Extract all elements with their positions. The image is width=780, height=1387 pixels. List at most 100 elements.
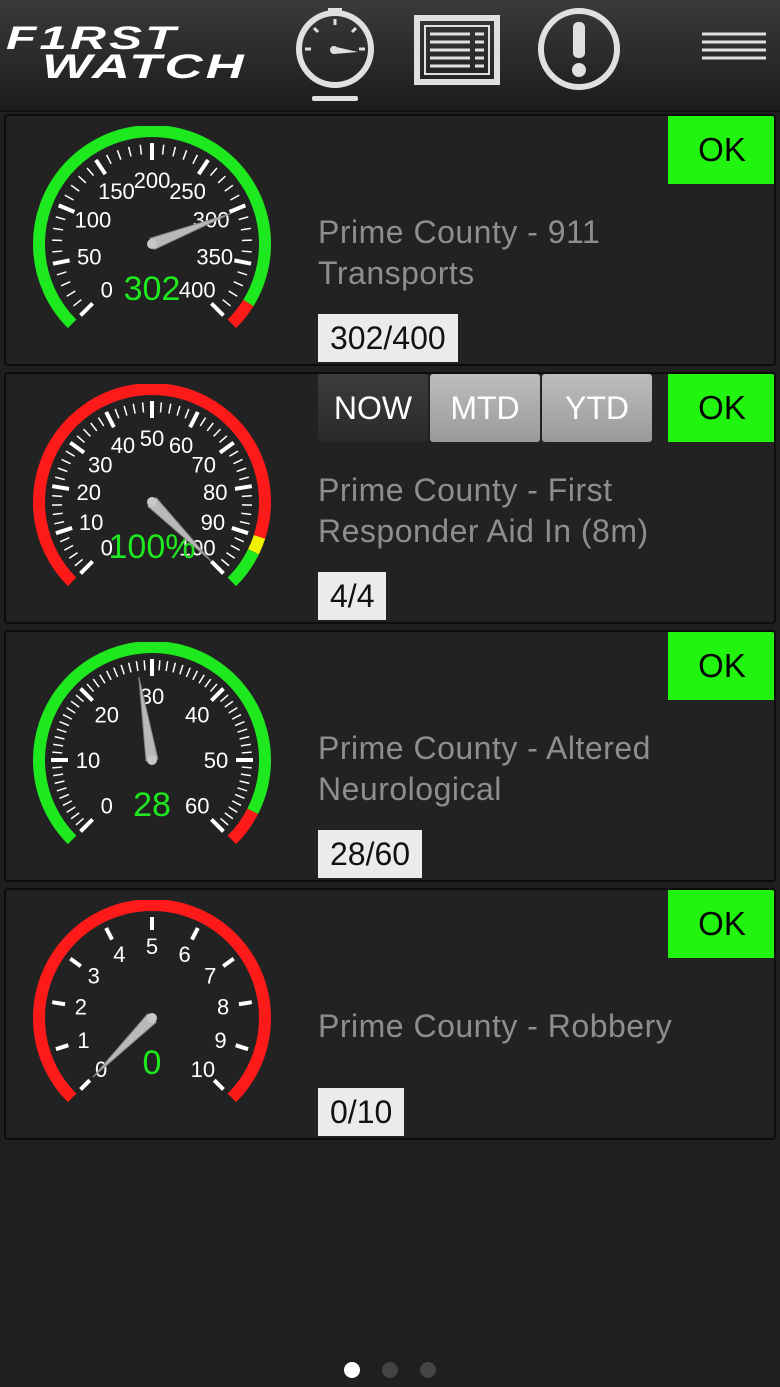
gauge-minor-tick <box>222 299 231 307</box>
gauge-minor-tick <box>209 167 218 177</box>
gauge-needle-hub <box>147 239 157 249</box>
gauge-needle-hub <box>147 497 157 507</box>
gauge-minor-tick <box>231 713 242 720</box>
nav-dashboard-button[interactable] <box>290 4 380 104</box>
gauge-minor-tick <box>237 787 248 792</box>
metric-card-robbery[interactable]: 0123456789100 OK Prime County - Robbery … <box>4 888 776 1140</box>
gauge-minor-tick <box>184 408 190 419</box>
report-icon <box>414 15 500 85</box>
app-header: F1RST WATCH <box>0 0 780 112</box>
page-indicator <box>0 1362 780 1382</box>
gauge-minor-tick <box>52 751 63 754</box>
gauge-tick-label: 60 <box>169 433 193 458</box>
gauge-minor-tick <box>182 149 188 160</box>
gauge-minor-tick <box>237 728 248 733</box>
gauge-minor-tick <box>224 184 234 192</box>
gauge-tick-label: 50 <box>140 426 164 451</box>
metric-card-first-responder[interactable]: 0102030405060708090100100% NOW MTD YTD O… <box>4 372 776 624</box>
gauge-minor-tick <box>159 402 163 413</box>
gauge-minor-tick <box>219 694 229 703</box>
gauge-minor-tick <box>192 670 199 681</box>
gauge-minor-tick <box>59 537 70 543</box>
gauge-minor-tick <box>241 250 252 253</box>
gauge-major-tick <box>231 526 249 536</box>
gauge-tick-label: 3 <box>88 964 100 989</box>
gauge-minor-tick <box>66 806 76 813</box>
gauge-tick-label: 400 <box>179 277 216 302</box>
gauge-minor-tick <box>213 428 222 437</box>
gauge-minor-tick <box>143 660 146 671</box>
nav-alerts-button[interactable] <box>534 4 624 94</box>
gauge-minor-tick <box>90 422 98 432</box>
gauge-minor-tick <box>231 800 242 807</box>
gauge-tick-label: 90 <box>201 510 225 535</box>
gauge-minor-tick <box>92 678 100 688</box>
page-dot[interactable] <box>344 1362 360 1378</box>
gauge-minor-tick <box>127 146 132 157</box>
gauge-major-tick <box>235 1043 249 1052</box>
gauge-minor-tick <box>120 664 125 675</box>
gauge-major-tick <box>57 203 76 214</box>
gauge-minor-tick <box>113 667 119 678</box>
gauge-minor-tick <box>239 520 250 525</box>
gauge-tick-label: 2 <box>75 995 87 1020</box>
gauge-tick-label: 350 <box>196 244 233 269</box>
page-dot[interactable] <box>420 1362 436 1378</box>
metric-value: 4/4 <box>318 572 387 620</box>
menu-button[interactable] <box>698 26 770 86</box>
gauge-tick-label: 40 <box>185 703 209 728</box>
gauge-major-tick <box>51 1000 66 1007</box>
gauge-minor-tick <box>59 793 70 799</box>
gauge-major-tick <box>79 301 95 317</box>
gauge-minor-tick <box>219 435 228 444</box>
gauge-minor-tick <box>53 773 64 777</box>
metric-card-altered-neurological[interactable]: 0 10 20 30 40 50 60 28 OK Prime County - Altere… <box>4 630 776 882</box>
gauge-minor-tick <box>82 428 91 437</box>
alert-icon <box>538 8 620 90</box>
gauge-minor-tick <box>241 512 252 516</box>
gauge-minor-tick <box>54 520 65 525</box>
gauge-major-tick <box>234 484 253 491</box>
tab-now[interactable]: NOW <box>318 374 428 442</box>
gauge-minor-tick <box>139 144 143 155</box>
gauge-tick-label: 0 <box>101 277 113 302</box>
gauge-tick-label: 80 <box>203 480 227 505</box>
status-badge: OK <box>668 116 774 184</box>
gauge-band <box>227 548 259 587</box>
gauge-minor-tick <box>132 403 136 414</box>
gauge-band <box>227 299 254 329</box>
metric-title: Prime County - Altered Neurological <box>318 730 651 807</box>
gauge-minor-tick <box>114 408 120 419</box>
gauge-minor-tick <box>228 707 238 714</box>
page-dot[interactable] <box>382 1362 398 1378</box>
gauge-minor-tick <box>198 674 205 684</box>
gauge-minor-tick <box>52 512 63 516</box>
metric-card-transports[interactable]: 050100150200250300350400302 OK Prime Cou… <box>4 114 776 366</box>
tab-ytd[interactable]: YTD <box>542 374 652 442</box>
gauge-minor-tick <box>99 674 106 684</box>
gauge-major-tick <box>55 1043 69 1052</box>
gauge-tick-label: 30 <box>88 452 112 477</box>
nav-reports-button[interactable] <box>412 12 502 102</box>
gauge-major-tick <box>69 441 86 455</box>
gauge-minor-tick <box>61 458 71 465</box>
gauge-major-tick <box>212 1078 225 1091</box>
gauge-minor-tick <box>70 812 80 820</box>
gauge-minor-tick <box>239 735 250 740</box>
gauge-minor-tick <box>234 793 245 799</box>
gauge-minor-tick <box>66 290 76 297</box>
gauge-minor-tick <box>237 271 248 276</box>
gauge-major-tick <box>94 158 107 176</box>
gauge-band <box>227 808 259 845</box>
gauge-major-tick <box>104 411 116 429</box>
gauge-major-tick <box>79 817 95 833</box>
gauge-minor-tick <box>168 403 172 414</box>
tab-mtd[interactable]: MTD <box>430 374 540 442</box>
gauge-minor-tick <box>172 662 177 673</box>
gauge-minor-tick <box>176 405 181 416</box>
gauge-minor-tick <box>56 728 67 733</box>
gauge-tick-label: 1 <box>77 1028 89 1053</box>
gauge-minor-tick <box>228 806 238 813</box>
gauge-minor-tick <box>73 299 82 307</box>
gauge-minor-tick <box>233 458 243 465</box>
